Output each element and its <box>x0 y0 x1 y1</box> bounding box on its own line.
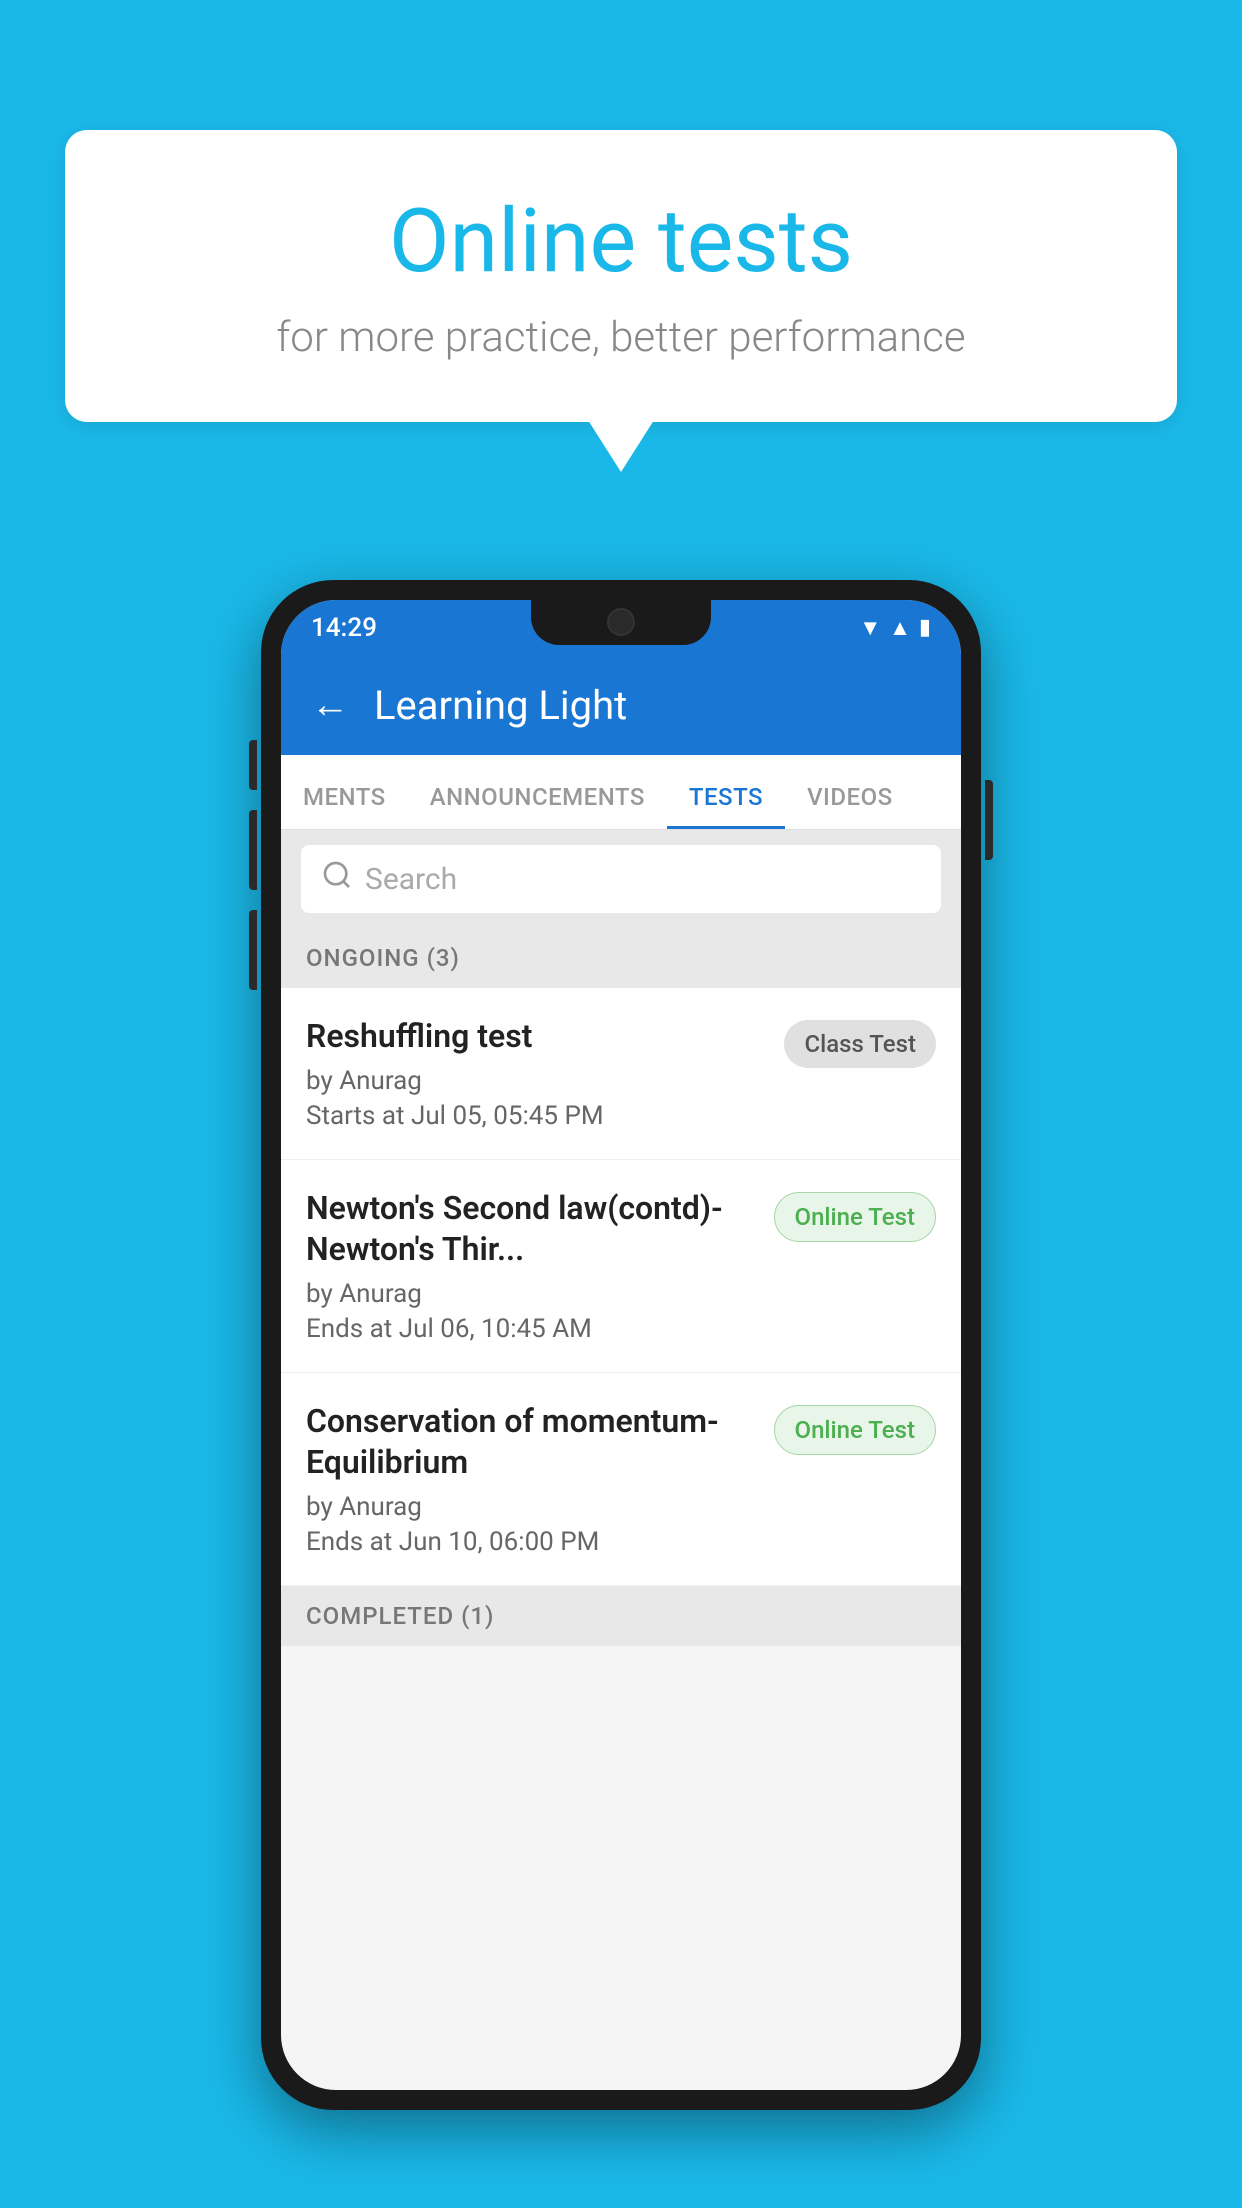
test-author: by Anurag <box>306 1279 754 1309</box>
signal-icon: ▲ <box>889 615 911 641</box>
ongoing-section-header: ONGOING (3) <box>281 928 961 988</box>
search-icon <box>321 859 353 899</box>
test-list: Reshuffling test by Anurag Starts at Jul… <box>281 988 961 1586</box>
test-date: Ends at Jun 10, 06:00 PM <box>306 1527 754 1557</box>
completed-label: COMPLETED (1) <box>306 1602 494 1630</box>
phone-screen: 14:29 ▼ ▲ ▮ ← Learning Light MENTS <box>281 600 961 2090</box>
test-item[interactable]: Reshuffling test by Anurag Starts at Jul… <box>281 988 961 1160</box>
phone-volume-up-button <box>249 810 257 890</box>
bubble-subtitle: for more practice, better performance <box>145 313 1097 362</box>
test-date: Starts at Jul 05, 05:45 PM <box>306 1101 764 1131</box>
completed-section-header: COMPLETED (1) <box>281 1586 961 1646</box>
test-badge-class: Class Test <box>784 1020 936 1068</box>
phone-container: 14:29 ▼ ▲ ▮ ← Learning Light MENTS <box>261 580 981 2110</box>
phone-volume-down-button <box>249 910 257 990</box>
bubble-title: Online tests <box>145 190 1097 293</box>
app-header: ← Learning Light <box>281 655 961 755</box>
phone-volume-mute-button <box>249 740 257 790</box>
test-title: Conservation of momentum-Equilibrium <box>306 1401 754 1484</box>
phone-power-button <box>985 780 993 860</box>
back-button[interactable]: ← <box>311 683 349 727</box>
page-background: Online tests for more practice, better p… <box>0 0 1242 2208</box>
search-box[interactable]: Search <box>301 845 941 913</box>
status-icons: ▼ ▲ ▮ <box>859 615 931 641</box>
tab-announcements[interactable]: ANNOUNCEMENTS <box>408 783 667 829</box>
test-badge-online-2: Online Test <box>774 1405 936 1455</box>
tabs-bar: MENTS ANNOUNCEMENTS TESTS VIDEOS <box>281 755 961 830</box>
app-title: Learning Light <box>374 682 627 729</box>
phone-notch <box>531 600 711 645</box>
speech-bubble: Online tests for more practice, better p… <box>65 130 1177 422</box>
search-placeholder: Search <box>365 862 457 897</box>
test-date: Ends at Jul 06, 10:45 AM <box>306 1314 754 1344</box>
test-info: Conservation of momentum-Equilibrium by … <box>306 1401 754 1557</box>
tab-videos[interactable]: VIDEOS <box>785 783 915 829</box>
test-info: Reshuffling test by Anurag Starts at Jul… <box>306 1016 764 1131</box>
status-time: 14:29 <box>311 613 377 643</box>
test-title: Reshuffling test <box>306 1016 764 1058</box>
phone-camera <box>607 608 635 636</box>
tab-tests[interactable]: TESTS <box>667 783 785 829</box>
phone-frame: 14:29 ▼ ▲ ▮ ← Learning Light MENTS <box>261 580 981 2110</box>
battery-icon: ▮ <box>919 615 931 640</box>
ongoing-label: ONGOING (3) <box>306 944 460 972</box>
test-author: by Anurag <box>306 1066 764 1096</box>
tab-assignments[interactable]: MENTS <box>281 783 408 829</box>
test-title: Newton's Second law(contd)-Newton's Thir… <box>306 1188 754 1271</box>
test-badge-online: Online Test <box>774 1192 936 1242</box>
search-container: Search <box>281 830 961 928</box>
test-item[interactable]: Newton's Second law(contd)-Newton's Thir… <box>281 1160 961 1373</box>
wifi-icon: ▼ <box>859 615 881 641</box>
test-info: Newton's Second law(contd)-Newton's Thir… <box>306 1188 754 1344</box>
test-item[interactable]: Conservation of momentum-Equilibrium by … <box>281 1373 961 1586</box>
speech-bubble-area: Online tests for more practice, better p… <box>65 130 1177 422</box>
test-author: by Anurag <box>306 1492 754 1522</box>
